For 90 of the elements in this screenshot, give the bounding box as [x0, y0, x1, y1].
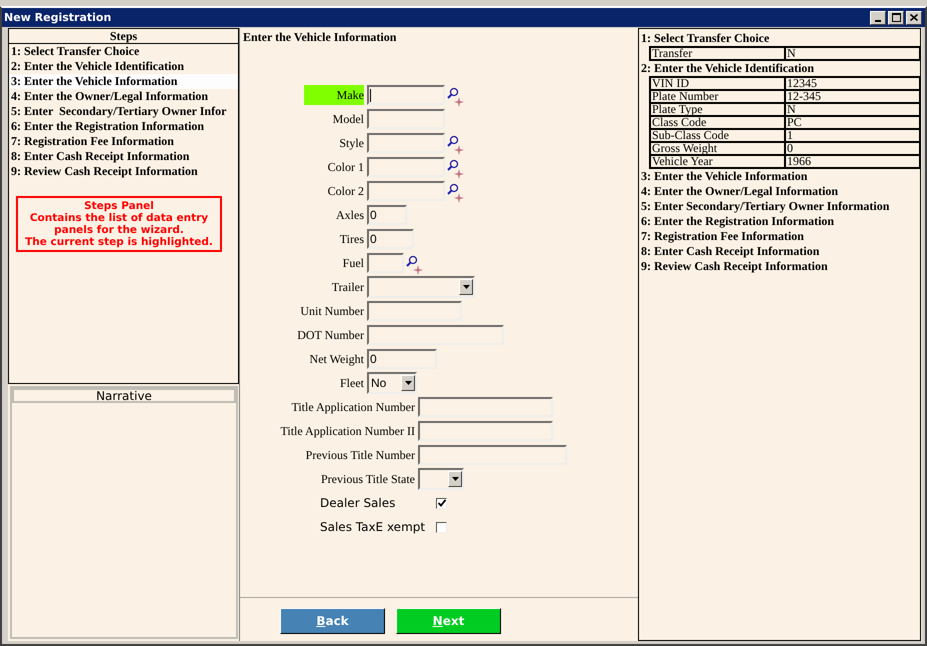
checkbox-label: Dealer Sales	[319, 496, 396, 510]
dropdown[interactable]: No	[367, 372, 417, 394]
field-label: Trailer	[332, 279, 364, 296]
table-cell: N	[785, 103, 920, 116]
step-item[interactable]: 8: Enter Cash Receipt Information	[9, 149, 238, 164]
table-cell: Vehicle Year	[650, 155, 785, 168]
step-item[interactable]: 7: Registration Fee Information	[9, 134, 238, 149]
checkbox-label: Sales TaxE xempt	[319, 520, 426, 534]
table-cell: Gross Weight	[650, 142, 785, 155]
checkbox[interactable]	[436, 522, 447, 532]
field-label: Color 1	[328, 159, 364, 176]
table-cell: Plate Number	[650, 90, 785, 103]
text-field[interactable]	[367, 325, 504, 345]
table-cell: VIN ID	[650, 77, 785, 90]
table-cell: 1966	[785, 155, 920, 168]
section-title: 3: Enter the Vehicle Information	[641, 169, 808, 184]
lookup-icon[interactable]	[406, 254, 424, 274]
table-cell: 12-345	[785, 90, 920, 103]
section-title: 8: Enter Cash Receipt Information	[641, 244, 820, 259]
lookup-icon[interactable]	[447, 134, 465, 154]
field-label: Title Application Number	[291, 399, 415, 416]
step-item[interactable]: 2: Enter the Vehicle Identification	[9, 59, 238, 74]
text-field[interactable]	[418, 445, 567, 465]
field-label: Tires	[340, 231, 364, 248]
section-title: 2: Enter the Vehicle Identification	[641, 61, 816, 76]
step-item[interactable]: 3: Enter the Vehicle Information	[9, 74, 238, 89]
field-label: Fleet	[340, 375, 364, 392]
text-field[interactable]	[367, 109, 445, 129]
section-title: 6: Enter the Registration Information	[641, 214, 836, 229]
step-item[interactable]: 4: Enter the Owner/Legal Information	[9, 89, 238, 104]
minimize-icon	[875, 20, 881, 22]
table-cell: 0	[785, 142, 920, 155]
lookup-icon[interactable]	[447, 86, 465, 106]
text-field[interactable]: 0	[367, 205, 407, 225]
dropdown[interactable]	[418, 468, 464, 490]
field-label: Previous Title State	[320, 471, 415, 488]
lookup-icon[interactable]	[447, 158, 465, 178]
field-label: Make	[304, 85, 364, 105]
text-field[interactable]: 0	[367, 349, 437, 369]
close-button[interactable]	[906, 10, 922, 24]
maximize-icon	[892, 13, 900, 22]
field-label: Previous Title Number	[306, 447, 415, 464]
section-title: 4: Enter the Owner/Legal Information	[641, 184, 840, 199]
step-item[interactable]: 9: Review Cash Receipt Information	[9, 164, 238, 179]
step-item[interactable]: 1: Select Transfer Choice	[9, 44, 238, 59]
text-field[interactable]: 0	[367, 229, 414, 249]
section-title: 5: Enter Secondary/Tertiary Owner Information	[641, 199, 890, 214]
text-field[interactable]	[418, 397, 553, 417]
table-cell: PC	[785, 116, 920, 129]
field-label: Net Weight	[310, 351, 364, 368]
text-field[interactable]	[367, 85, 445, 105]
table-cell: 12345	[785, 77, 920, 90]
field-label: Fuel	[342, 255, 364, 272]
annotation-title: Steps Panel	[83, 200, 155, 212]
table-cell: Transfer	[650, 47, 785, 60]
field-label: Style	[339, 135, 364, 152]
step-item[interactable]: 5: Enter Secondary/Tertiary Owner Infor	[9, 104, 238, 119]
table-cell: N	[785, 47, 920, 60]
field-label: Title Application Number II	[280, 423, 415, 440]
table-cell: Sub-Class Code	[650, 129, 785, 142]
panel-header: Steps	[9, 29, 238, 44]
minimize-button[interactable]	[870, 10, 886, 24]
back-button[interactable]: Back	[280, 608, 385, 634]
close-icon	[910, 14, 918, 21]
dropdown[interactable]	[367, 276, 475, 298]
form-heading: Enter the Vehicle Information	[243, 30, 398, 45]
annotation-text: Contains the list of data entry panels for the wizard. The current step is highlighted.	[24, 212, 214, 248]
lookup-icon[interactable]	[447, 182, 465, 202]
text-field[interactable]	[367, 181, 445, 201]
panel-header: Narrative	[12, 388, 236, 403]
section-title: 9: Review Cash Receipt Information	[641, 259, 829, 274]
window-title: New Registration	[4, 11, 112, 24]
maximize-button[interactable]	[888, 10, 904, 24]
text-field[interactable]	[367, 157, 445, 177]
step-item[interactable]: 6: Enter the Registration Information	[9, 119, 238, 134]
text-field[interactable]	[367, 133, 445, 153]
table-cell: 1	[785, 129, 920, 142]
field-label: DOT Number	[297, 327, 364, 344]
field-label: Axles	[336, 207, 364, 224]
section-title: 7: Registration Fee Information	[641, 229, 805, 244]
field-label: Color 2	[328, 183, 364, 200]
checkbox[interactable]	[436, 498, 447, 508]
text-field[interactable]	[367, 301, 462, 321]
text-field[interactable]	[418, 421, 553, 441]
table-cell: Class Code	[650, 116, 785, 129]
field-label: Model	[332, 111, 364, 128]
table-cell: Plate Type	[650, 103, 785, 116]
field-label: Unit Number	[300, 303, 364, 320]
section-title: 1: Select Transfer Choice	[641, 31, 770, 46]
text-field[interactable]	[367, 253, 404, 273]
